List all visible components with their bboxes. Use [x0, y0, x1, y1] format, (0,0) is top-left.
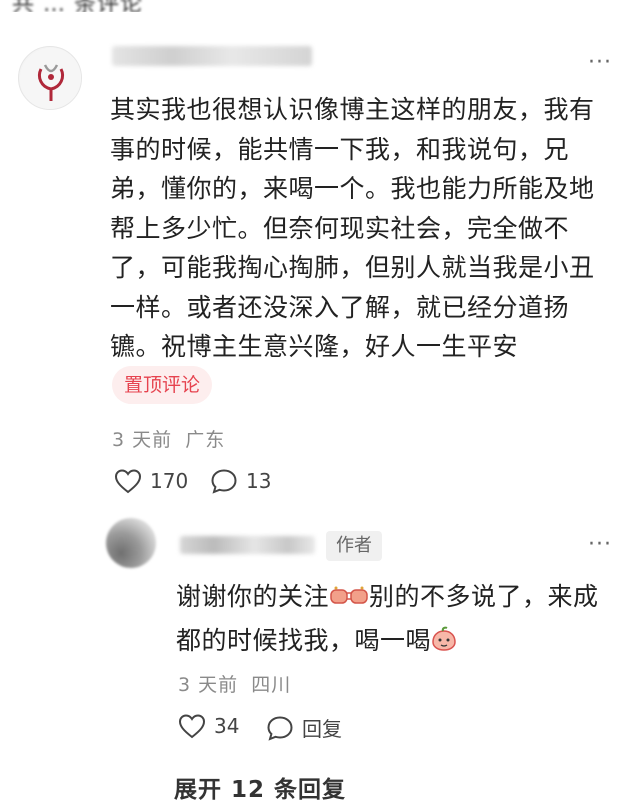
reply-like-count: 34: [214, 714, 240, 738]
more-dots-icon[interactable]: ···: [588, 534, 612, 556]
comments-header-cutoff: 共 … 条评论: [0, 0, 640, 12]
reply-meta: 3 天前 四川: [178, 670, 291, 697]
heart-outline-icon: [178, 714, 206, 739]
author-badge: 作者: [326, 531, 382, 561]
peach-face-emoji: [431, 623, 457, 664]
pinned-badge: 置顶评论: [112, 366, 213, 404]
comment-time: 3 天前: [112, 429, 173, 451]
reply-like-button[interactable]: 34: [178, 713, 239, 739]
chat-bubble-icon: [211, 469, 237, 494]
reply-avatar[interactable]: [106, 518, 156, 568]
comment-text: 其实我也很想认识像博主这样的朋友，我有事的时候，能共情一下我，和我说句，兄弟，懂…: [110, 95, 595, 361]
reply-button[interactable]: 回复: [266, 713, 342, 742]
like-count: 170: [150, 469, 189, 493]
comment-meta: 3 天前 广东: [112, 425, 225, 452]
comments-count-partial: 共 … 条评论: [12, 0, 143, 12]
more-dots-icon[interactable]: ···: [588, 52, 612, 74]
fist-bump-emoji: [329, 579, 369, 620]
reply-text-part1: 谢谢你的关注: [176, 582, 330, 611]
reply-text: 谢谢你的关注 别的不多说了，来成都的时候找我，喝一喝: [176, 576, 616, 664]
reply-label: 回复: [302, 717, 342, 741]
reply-location: 四川: [251, 674, 292, 696]
avatar[interactable]: [18, 46, 82, 110]
like-button[interactable]: 170: [114, 468, 188, 494]
reply-time: 3 天前: [178, 674, 239, 696]
heart-outline-icon: [114, 469, 142, 494]
avatar-logo-icon: [20, 48, 81, 109]
username-blurred[interactable]: [112, 46, 312, 66]
reply-count: 13: [246, 469, 272, 493]
reply-count-button[interactable]: 13: [210, 468, 271, 494]
reply-username-blurred[interactable]: [180, 536, 315, 554]
comment-location: 广东: [185, 429, 226, 451]
chat-bubble-icon: [267, 715, 293, 741]
